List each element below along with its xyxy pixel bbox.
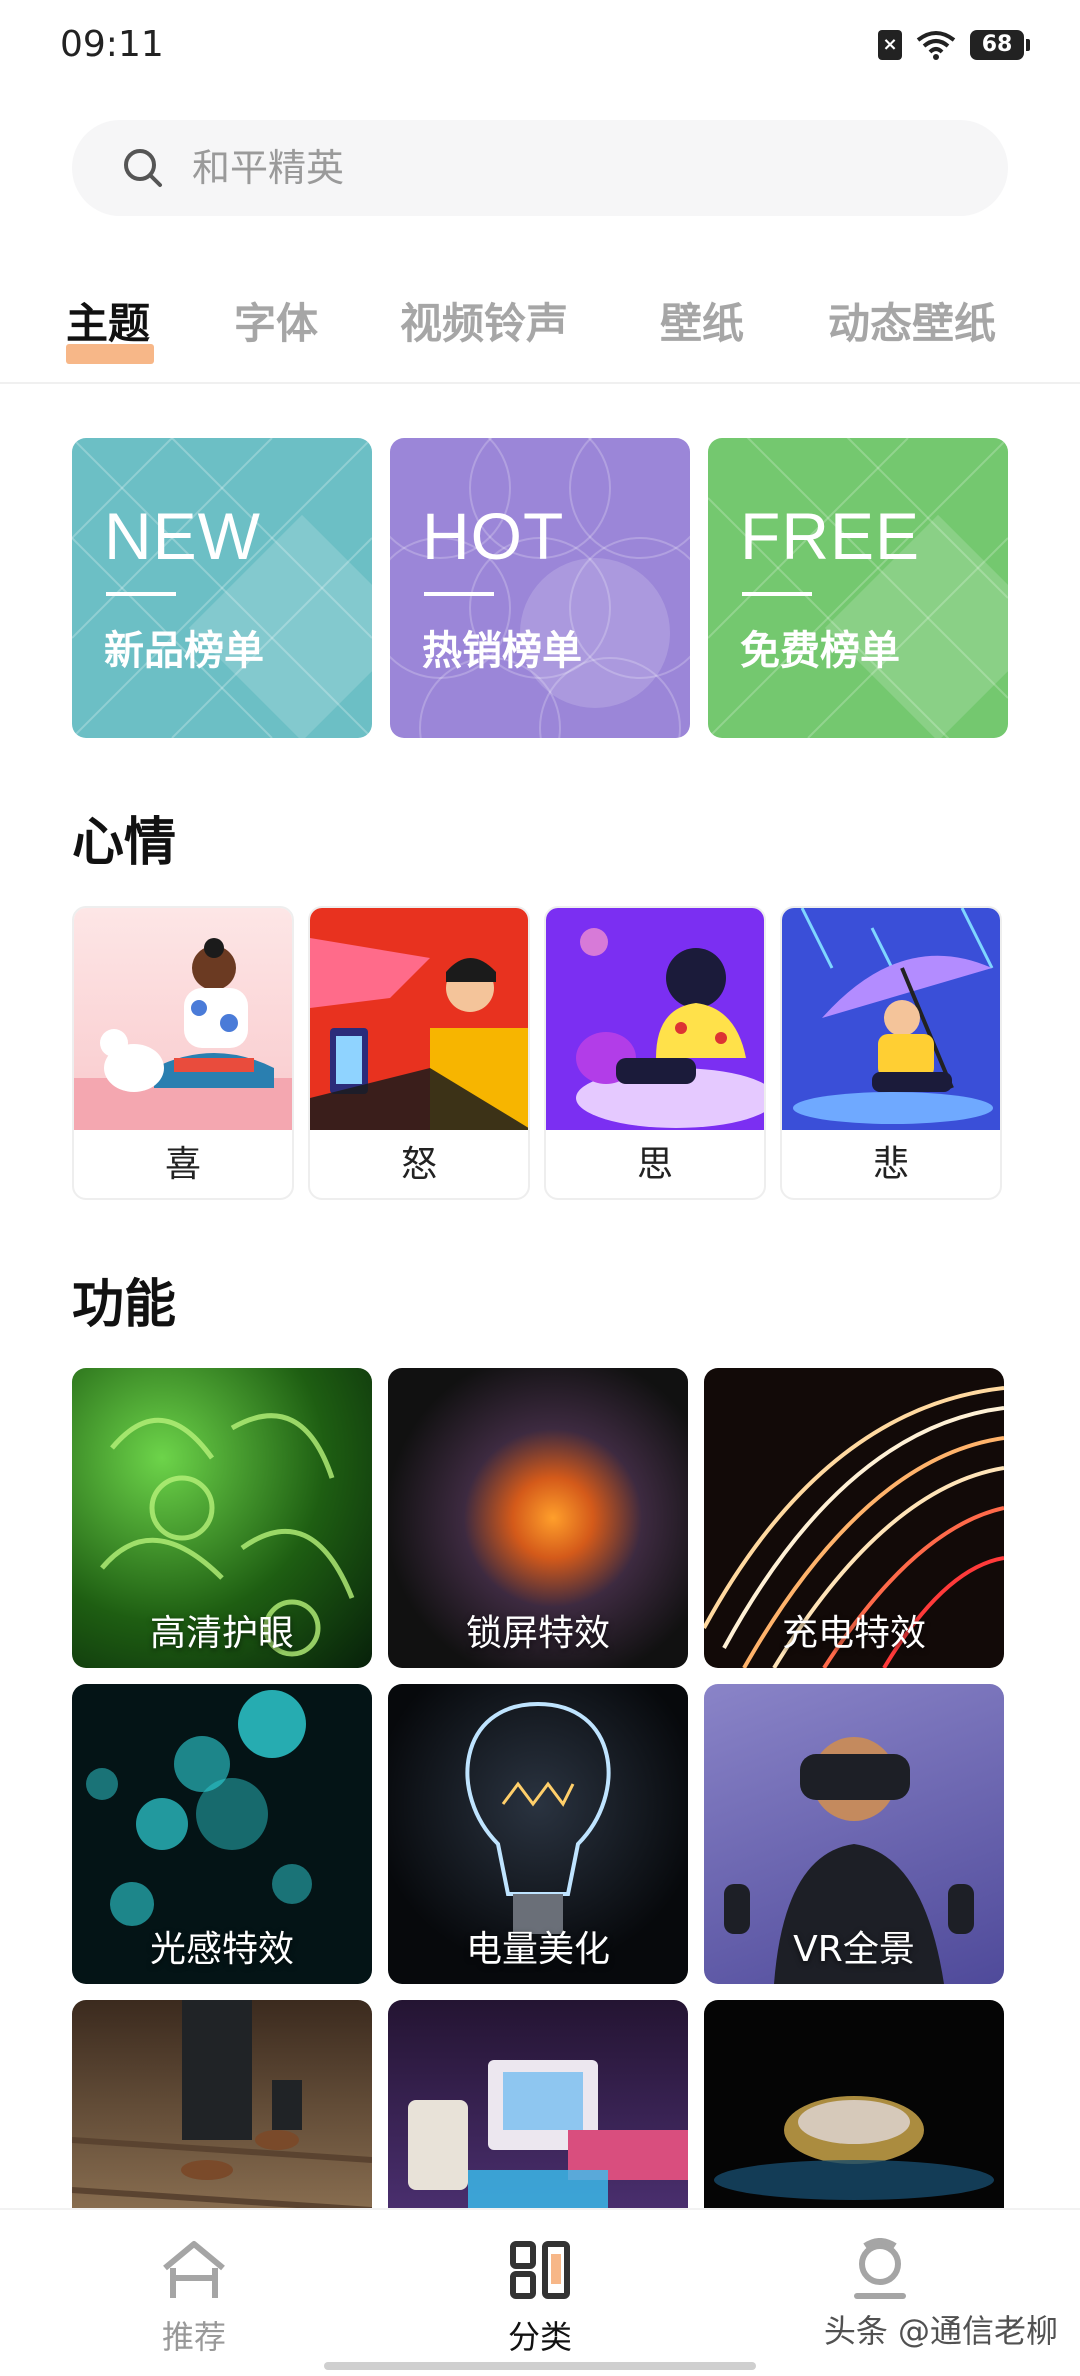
search-bar[interactable] — [72, 120, 1008, 216]
mood-label: 思 — [636, 1144, 673, 1185]
mood-card-joy[interactable]: 喜 — [72, 906, 294, 1200]
tab-font[interactable]: 字体 — [234, 290, 318, 351]
tab-wallpaper[interactable]: 壁纸 — [660, 290, 744, 351]
function-label: 充电特效 — [781, 1613, 926, 1654]
wifi-icon — [916, 30, 956, 60]
mood-label: 喜 — [164, 1144, 201, 1185]
status-time: 09:11 — [60, 24, 164, 65]
search-icon — [124, 149, 162, 187]
rank-title-en: NEW — [104, 499, 261, 573]
function-section-title: 功能 — [72, 1275, 177, 1335]
mood-label: 悲 — [872, 1144, 909, 1185]
search-input[interactable] — [192, 146, 892, 190]
status-icons: × 68 — [878, 30, 1030, 60]
mood-card-sorrow[interactable]: 悲 — [780, 906, 1002, 1200]
rank-card-new[interactable]: NEW 新品榜单 — [72, 438, 372, 738]
mood-illustration — [782, 908, 1000, 1130]
rank-divider — [742, 592, 812, 596]
rank-title-en: FREE — [740, 499, 921, 573]
function-label: 光感特效 — [149, 1929, 294, 1970]
mood-label: 怒 — [400, 1144, 437, 1185]
function-tile-eye-care[interactable]: 高清护眼 — [72, 1368, 372, 1668]
tab-live-wallpaper[interactable]: 动态壁纸 — [828, 290, 996, 351]
category-tabs: 主题 字体 视频铃声 壁纸 动态壁纸 — [0, 280, 1080, 384]
rank-card-hot[interactable]: HOT 热销榜单 — [390, 438, 690, 738]
function-label: 高清护眼 — [149, 1613, 294, 1654]
rank-divider — [106, 592, 176, 596]
function-label: 电量美化 — [465, 1929, 610, 1970]
mood-illustration — [74, 908, 292, 1130]
nav-profile[interactable] — [780, 2238, 980, 2312]
function-label: 锁屏特效 — [465, 1613, 610, 1654]
nav-label: 分类 — [507, 2318, 572, 2356]
function-label: VR全景 — [793, 1929, 915, 1970]
no-sim-icon: × — [878, 30, 902, 60]
home-icon — [163, 2241, 225, 2298]
mood-section-title: 心情 — [72, 813, 177, 873]
rank-title-en: HOT — [422, 499, 565, 573]
function-tile-light-effects[interactable]: 光感特效 — [72, 1684, 372, 1984]
rank-title-cn: 新品榜单 — [104, 628, 264, 674]
tab-theme[interactable]: 主题 — [66, 290, 150, 351]
tab-video-ringtone[interactable]: 视频铃声 — [400, 290, 568, 351]
rank-card-free[interactable]: FREE 免费榜单 — [708, 438, 1008, 738]
mood-card-anger[interactable]: 怒 — [308, 906, 530, 1200]
nav-category[interactable]: 分类 — [440, 2238, 640, 2358]
rank-divider — [424, 592, 494, 596]
home-indicator[interactable] — [324, 2362, 756, 2370]
function-tile-lockscreen-effects[interactable]: 锁屏特效 — [388, 1368, 688, 1668]
function-tile-charging-effects[interactable]: 充电特效 — [704, 1368, 1004, 1668]
function-tile-vr-panorama[interactable]: VR全景 — [704, 1684, 1004, 1984]
nav-label: 推荐 — [161, 2318, 226, 2356]
mood-card-thought[interactable]: 思 — [544, 906, 766, 1200]
mood-illustration — [546, 908, 764, 1130]
function-tile-battery-style[interactable]: 电量美化 — [388, 1684, 688, 1984]
rank-title-cn: 免费榜单 — [740, 628, 900, 674]
battery-icon: 68 — [970, 30, 1030, 60]
nav-recommend[interactable]: 推荐 — [94, 2238, 294, 2358]
rank-title-cn: 热销榜单 — [422, 628, 582, 674]
status-bar: 09:11 × 68 — [0, 0, 1080, 100]
profile-icon — [854, 2238, 906, 2299]
watermark: 头条 @通信老柳 — [823, 2312, 1058, 2350]
category-icon — [510, 2241, 570, 2299]
mood-illustration — [310, 908, 528, 1130]
